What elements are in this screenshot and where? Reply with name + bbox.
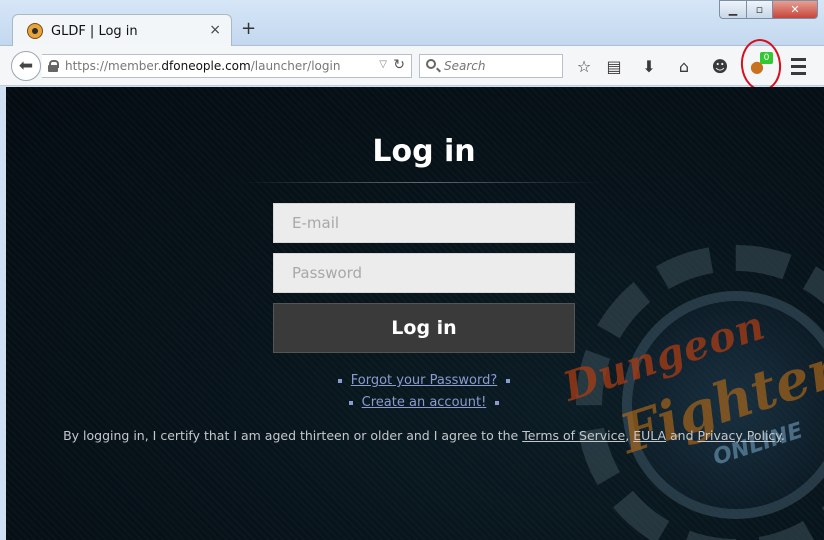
address-bar[interactable]: https://member.dfoneople.com/launcher/lo… (42, 54, 412, 78)
reload-icon[interactable]: ↻ (393, 57, 405, 73)
bullet-icon (506, 378, 511, 383)
home-icon[interactable]: ⌂ (673, 55, 695, 77)
window-close-button[interactable]: ✕ (772, 0, 818, 19)
browser-tab[interactable]: GLDF | Log in × (12, 14, 232, 47)
legal-comma: , (625, 428, 630, 443)
window-maximize-button[interactable]: ▫ (746, 0, 773, 19)
legal-and: and (666, 428, 698, 443)
site-favicon-icon (27, 23, 43, 39)
privacy-policy-link[interactable]: Privacy Policy (698, 428, 781, 443)
create-account-link[interactable]: Create an account! (362, 395, 487, 410)
legal-notice: By logging in, I certify that I am aged … (6, 428, 824, 443)
login-button[interactable]: Log in (273, 303, 575, 353)
star-icon[interactable]: ☆ (573, 55, 595, 77)
back-button[interactable]: ⬅ (11, 51, 41, 81)
chat-icon[interactable]: ☻ (709, 55, 731, 77)
window-minimize-button[interactable]: ▁ (719, 0, 747, 19)
bullet-icon (495, 400, 500, 405)
title-divider (241, 182, 601, 183)
legal-period: . (780, 428, 785, 443)
eula-link[interactable]: EULA (633, 428, 666, 443)
reader-icon[interactable]: ▤ (603, 55, 625, 77)
new-tab-button[interactable]: + (241, 20, 256, 38)
navigation-toolbar: ⬅ https://member.dfoneople.com/launcher/… (0, 46, 824, 86)
search-box[interactable] (419, 54, 563, 78)
password-field[interactable] (273, 253, 575, 293)
page-title: Log in (372, 134, 476, 169)
tab-title: GLDF | Log in (51, 24, 138, 39)
forgot-password-row: Forgot your Password? (6, 373, 824, 388)
search-input[interactable] (444, 58, 554, 74)
menu-icon[interactable] (787, 55, 809, 77)
legal-text: By logging in, I certify that I am aged … (63, 428, 523, 443)
bullet-icon (337, 378, 342, 383)
back-arrow-icon: ⬅ (18, 56, 34, 76)
download-icon[interactable]: ⬇ (638, 55, 660, 77)
forgot-password-link[interactable]: Forgot your Password? (351, 373, 498, 388)
login-page: Dungeon Fighter ONLINE Log in Log in For… (6, 87, 824, 540)
tab-close-icon[interactable]: × (209, 22, 221, 38)
bullet-icon (348, 400, 353, 405)
url-dropdown-icon[interactable]: ▽ (379, 59, 387, 70)
email-field[interactable] (273, 203, 575, 243)
url-text: https://member.dfoneople.com/launcher/lo… (65, 59, 341, 73)
create-account-row: Create an account! (6, 395, 824, 410)
title-bar: GLDF | Log in × + (0, 0, 824, 47)
search-icon (426, 59, 436, 69)
lock-icon (48, 60, 59, 72)
terms-of-service-link[interactable]: Terms of Service (522, 428, 625, 443)
